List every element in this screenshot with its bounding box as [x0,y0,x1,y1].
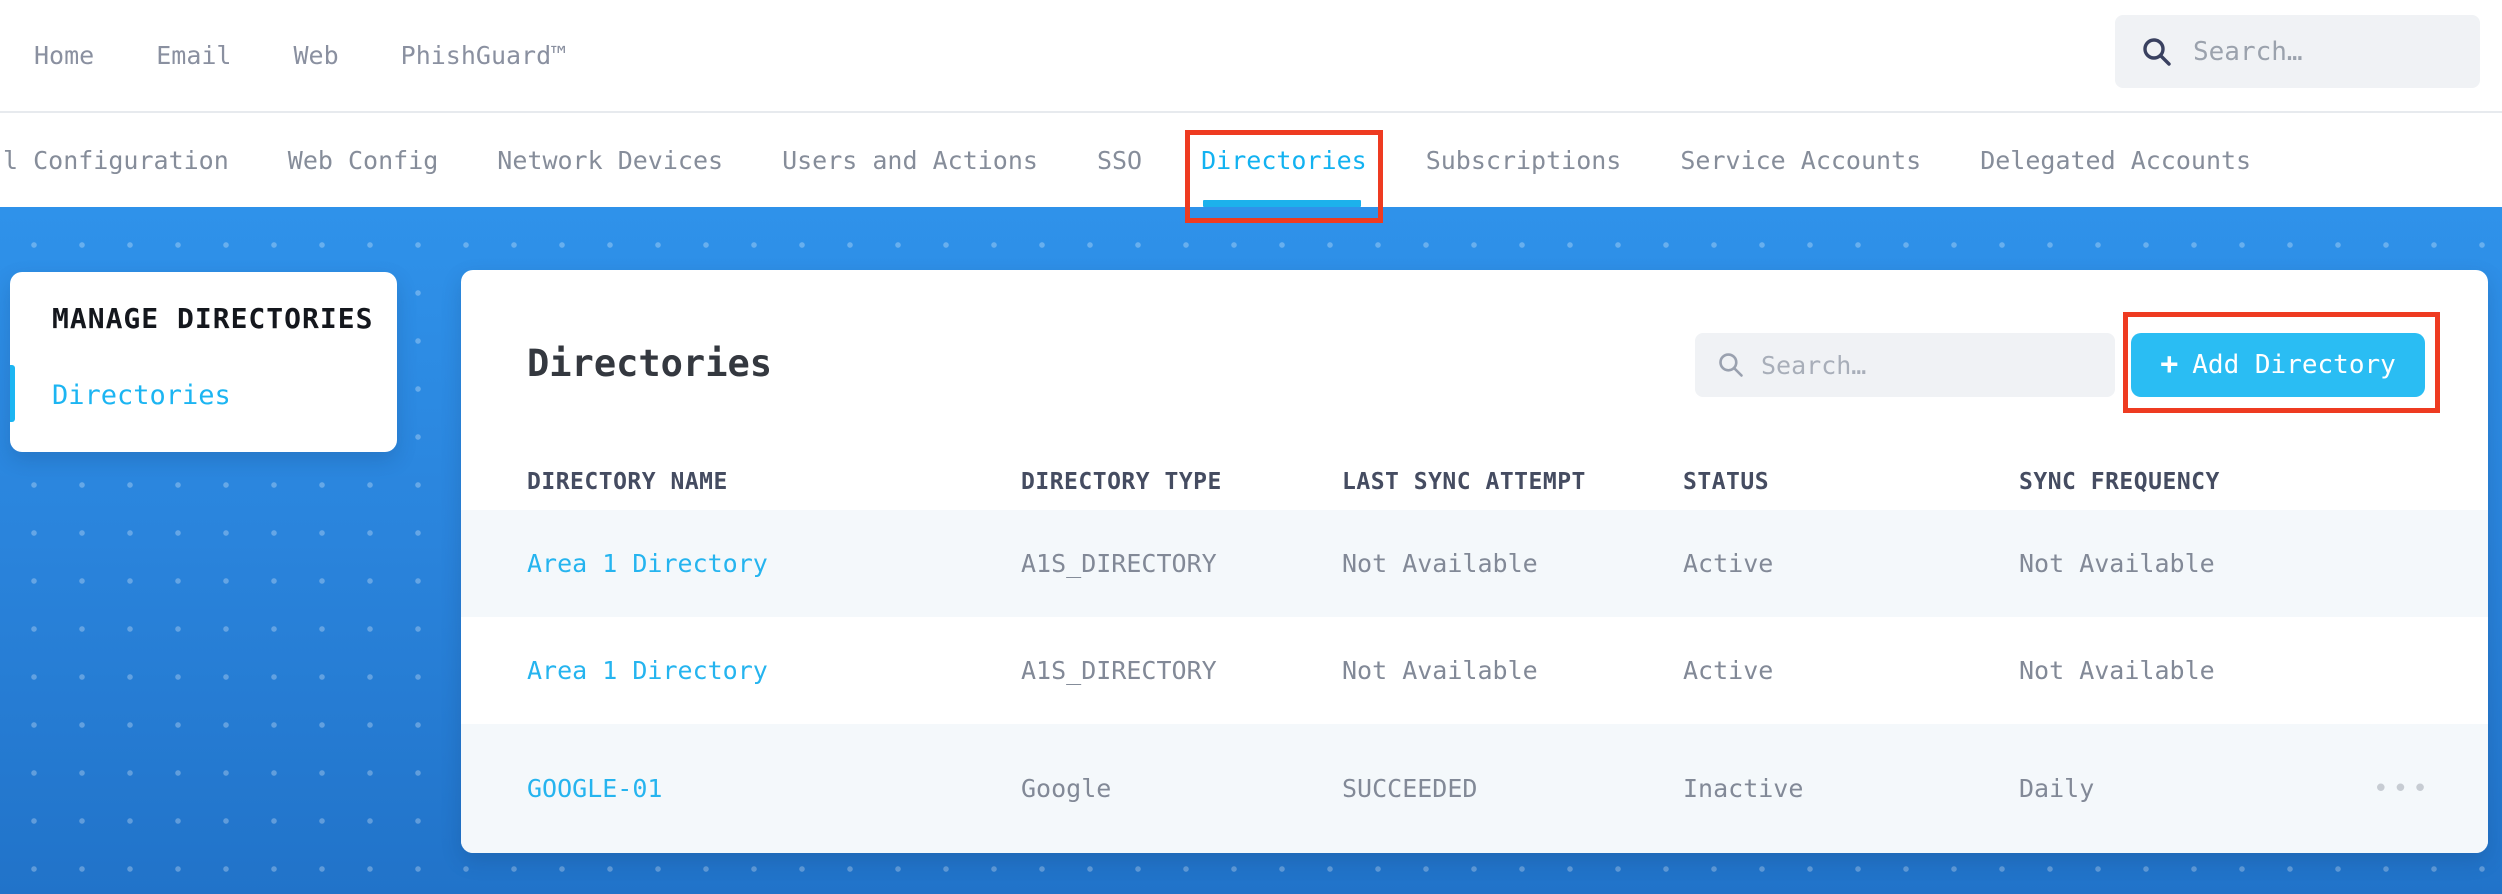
directories-search-box[interactable] [1695,333,2115,397]
nav-item-web[interactable]: Web [293,41,338,70]
ellipsis-menu-icon[interactable]: ••• [2359,774,2488,804]
tab-users-and-actions[interactable]: Users and Actions [782,113,1038,207]
directory-type-cell: A1S_DIRECTORY [1021,549,1217,578]
col-status: STATUS [1683,468,1770,495]
manage-directories-sidebar: MANAGE DIRECTORIES Directories [10,272,397,452]
global-search-box[interactable] [2115,15,2502,88]
sync-frequency-cell: Daily [2019,774,2095,803]
sidebar-active-indicator [10,365,15,422]
page-title: Directories [527,342,773,385]
tab-delegated-accounts[interactable]: Delegated Accounts [1980,113,2251,207]
table-header-row: DIRECTORY NAME DIRECTORY TYPE LAST SYNC … [461,453,2488,510]
search-icon [2143,37,2171,66]
tab-sso[interactable]: SSO [1097,113,1142,207]
tab-subscriptions[interactable]: Subscriptions [1426,113,1622,207]
col-directory-type: DIRECTORY TYPE [1021,468,1222,495]
global-search-input[interactable] [2193,36,2502,67]
last-sync-cell: Not Available [1342,656,1538,685]
tab-directories[interactable]: Directories [1201,113,1367,207]
sidebar-item-directories[interactable]: Directories [52,380,231,411]
directory-type-cell: Google [1021,774,1112,803]
search-icon [1719,353,1743,377]
plus-icon: + [2160,347,2179,382]
top-nav: Home Email Web PhishGuard™ [0,0,2502,113]
nav-item-email[interactable]: Email [156,41,231,70]
status-cell: Active [1683,656,1774,685]
directory-name-link[interactable]: Area 1 Directory [527,549,1021,578]
status-cell: Inactive [1683,774,1804,803]
directories-panel: Directories + Add Directory DIRECTORY NA… [461,270,2488,853]
nav-item-phishguard[interactable]: PhishGuard™ [401,41,567,70]
nav-item-home[interactable]: Home [34,41,94,70]
col-sync-frequency: SYNC FREQUENCY [2019,468,2220,495]
tab-service-accounts[interactable]: Service Accounts [1680,113,1921,207]
table-row: GOOGLE-01 Google SUCCEEDED Inactive Dail… [461,724,2488,853]
content-canvas: MANAGE DIRECTORIES Directories Directori… [0,207,2502,894]
col-last-sync-attempt: LAST SYNC ATTEMPT [1342,468,1586,495]
settings-tab-bar: l Configuration Web Config Network Devic… [0,113,2502,207]
directory-type-cell: A1S_DIRECTORY [1021,656,1217,685]
add-directory-button[interactable]: + Add Directory [2131,333,2425,397]
tab-web-config[interactable]: Web Config [288,113,439,207]
directory-name-link[interactable]: GOOGLE-01 [527,774,1021,803]
tab-email-configuration-truncated[interactable]: l Configuration [3,113,229,207]
add-directory-label: Add Directory [2192,350,2396,380]
table-row: Area 1 Directory A1S_DIRECTORY Not Avail… [461,617,2488,724]
directory-name-link[interactable]: Area 1 Directory [527,656,1021,685]
sidebar-title: MANAGE DIRECTORIES [52,302,374,335]
col-directory-name: DIRECTORY NAME [527,468,728,495]
page: Home Email Web PhishGuard™ l Configurati… [0,0,2502,894]
last-sync-cell: SUCCEEDED [1342,774,1478,803]
tab-network-devices[interactable]: Network Devices [497,113,723,207]
last-sync-cell: Not Available [1342,549,1538,578]
directories-search-input[interactable] [1761,350,2099,380]
table-row: Area 1 Directory A1S_DIRECTORY Not Avail… [461,510,2488,617]
sync-frequency-cell: Not Available [2019,656,2215,685]
status-cell: Active [1683,549,1774,578]
sync-frequency-cell: Not Available [2019,549,2215,578]
